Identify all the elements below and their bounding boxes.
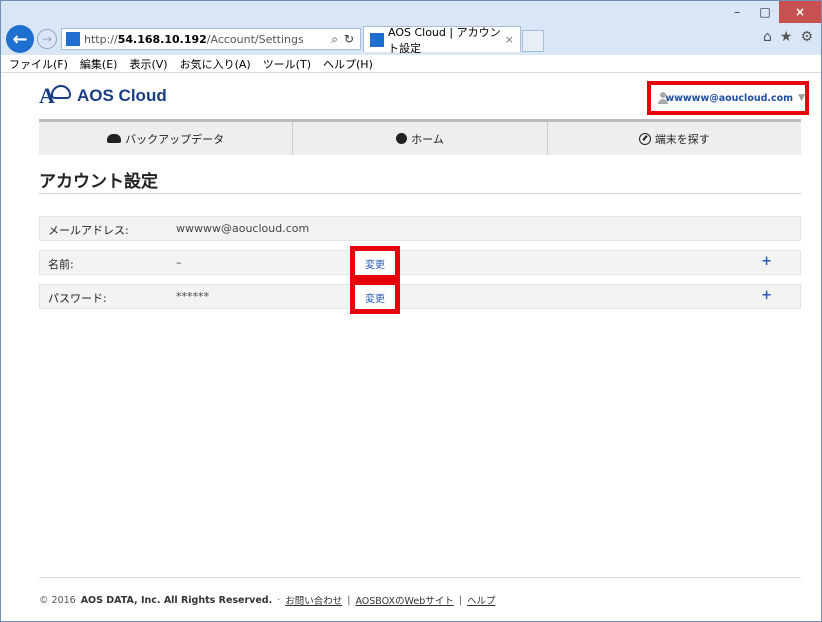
nav-item-backup-data[interactable]: バックアップデータ	[39, 122, 294, 155]
aos-cloud-logo-icon: A	[39, 85, 73, 107]
footer-divider	[39, 577, 801, 578]
footer-separator: |	[347, 594, 351, 606]
main-nav: バックアップデータ ホーム 端末を探す	[39, 119, 801, 155]
forward-arrow-icon: →	[41, 32, 53, 46]
favorites-star-icon[interactable]: ★	[780, 29, 793, 45]
refresh-icon[interactable]: ↻	[344, 32, 354, 47]
window-controls: – □ ×	[723, 1, 821, 23]
address-bar[interactable]: http://54.168.10.192/Account/Settings ⌕ …	[61, 28, 361, 50]
circle-icon	[396, 133, 408, 144]
user-email: wwwww@aoucloud.com	[665, 92, 794, 104]
site-header: A AOS Cloud wwwww@aoucloud.com ▼	[39, 81, 809, 115]
settings-gear-icon[interactable]: ⚙	[800, 29, 813, 45]
back-arrow-icon: ←	[12, 28, 28, 50]
tab-favicon-icon	[370, 32, 384, 47]
browser-tab[interactable]: AOS Cloud | アカウント設定 ×	[363, 26, 521, 55]
cloud-icon	[107, 134, 122, 143]
change-name-button[interactable]: 変更	[350, 246, 400, 280]
nav-item-find-device[interactable]: 端末を探す	[548, 122, 801, 155]
contact-link[interactable]: お問い合わせ	[285, 593, 342, 607]
menu-view[interactable]: 表示(V)	[129, 56, 167, 72]
setting-row-name: 名前: – 変更 +	[39, 246, 801, 280]
setting-value: ******	[176, 290, 209, 303]
browser-toolbar-icons: ⌂ ★ ⚙	[763, 29, 813, 45]
site-favicon-icon	[66, 32, 80, 46]
forward-button[interactable]: →	[37, 29, 57, 49]
menu-tools[interactable]: ツール(T)	[263, 56, 311, 72]
nav-item-label: 端末を探す	[654, 132, 710, 146]
compass-icon	[638, 132, 651, 145]
page-title: アカウント設定	[39, 172, 158, 192]
help-link[interactable]: ヘルプ	[467, 593, 496, 607]
tab-title: AOS Cloud | アカウント設定	[388, 25, 501, 55]
setting-value: –	[176, 256, 182, 269]
menu-edit[interactable]: 編集(E)	[80, 56, 118, 72]
url-path: /Account/Settings	[206, 32, 304, 46]
change-password-button[interactable]: 変更	[350, 280, 400, 314]
user-account-menu[interactable]: wwwww@aoucloud.com ▼	[647, 81, 809, 115]
setting-row-email: メールアドレス: wwwww@aoucloud.com	[39, 216, 801, 241]
nav-item-label: ホーム	[411, 132, 444, 146]
caret-down-icon: ▼	[798, 93, 805, 103]
copyright-year: © 2016	[39, 594, 76, 606]
expand-name-icon[interactable]: +	[761, 254, 772, 269]
site-logo[interactable]: A AOS Cloud	[39, 85, 167, 107]
back-button[interactable]: ←	[6, 25, 34, 53]
browser-menubar: ファイル(F) 編集(E) 表示(V) お気に入り(A) ツール(T) ヘルプ(…	[1, 55, 821, 73]
menu-file[interactable]: ファイル(F)	[9, 56, 68, 72]
title-divider	[39, 193, 801, 194]
address-tools: ⌕ ↻	[331, 32, 360, 47]
browser-titlebar: – □ × ← → http://54.168.10.192/Account/S…	[1, 1, 821, 55]
url-host: 54.168.10.192	[117, 32, 207, 46]
setting-label: メールアドレス:	[48, 224, 129, 237]
setting-row-password: パスワード: ****** 変更 +	[39, 280, 801, 314]
logo-text: AOS Cloud	[77, 86, 167, 105]
new-tab-button[interactable]	[522, 30, 544, 52]
page-content: A AOS Cloud wwwww@aoucloud.com ▼ バックアップデ…	[1, 73, 821, 621]
setting-label: 名前:	[48, 258, 74, 271]
footer-separator: |	[458, 594, 462, 606]
close-window-button[interactable]: ×	[779, 1, 821, 23]
minimize-button[interactable]: –	[723, 1, 751, 23]
menu-help[interactable]: ヘルプ(H)	[323, 56, 373, 72]
search-icon[interactable]: ⌕	[331, 32, 338, 47]
menu-favorites[interactable]: お気に入り(A)	[180, 56, 251, 72]
user-icon	[657, 92, 670, 104]
website-link[interactable]: AOSBOXのWebサイト	[355, 593, 453, 607]
setting-label: パスワード:	[48, 292, 107, 305]
copyright-company: AOS DATA, Inc. All Rights Reserved.	[80, 594, 273, 606]
setting-value: wwwww@aoucloud.com	[176, 222, 310, 235]
footer: © 2016 AOS DATA, Inc. All Rights Reserve…	[39, 593, 496, 608]
nav-item-label: バックアップデータ	[125, 132, 225, 146]
browser-window: – □ × ← → http://54.168.10.192/Account/S…	[0, 0, 822, 622]
browser-nav-row: ← → http://54.168.10.192/Account/Setting…	[1, 23, 821, 55]
footer-separator: ·	[277, 594, 281, 606]
maximize-button[interactable]: □	[751, 1, 779, 23]
home-icon[interactable]: ⌂	[763, 29, 772, 45]
expand-password-icon[interactable]: +	[761, 288, 772, 303]
url-prefix: http://	[84, 32, 118, 46]
tab-close-icon[interactable]: ×	[505, 33, 514, 46]
nav-item-home[interactable]: ホーム	[293, 122, 548, 155]
